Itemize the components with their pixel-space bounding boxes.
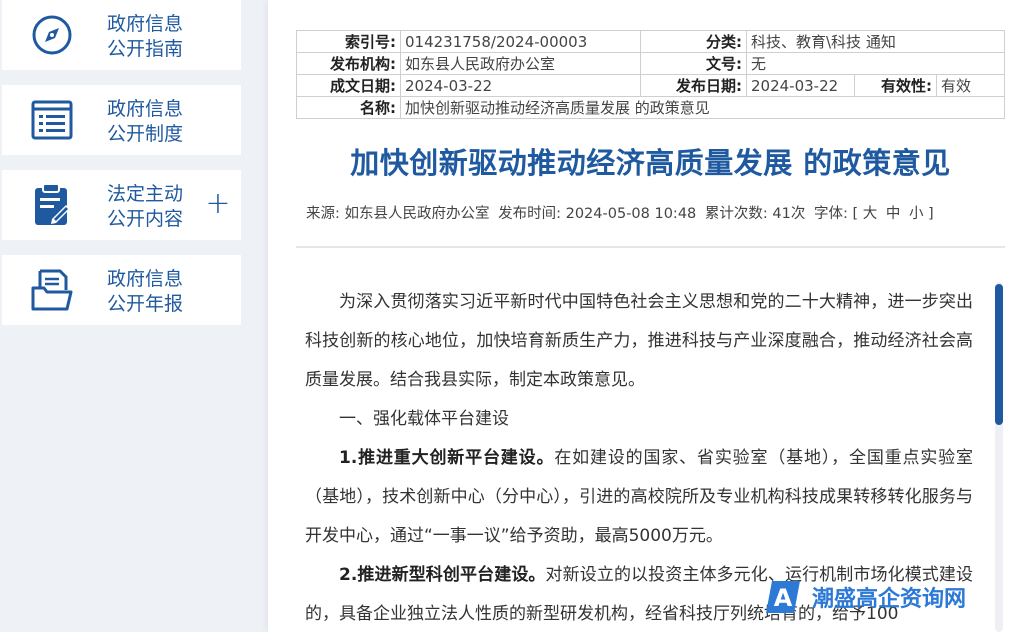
meta-value: 加快创新驱动推动经济高质量发展 的政策意见 bbox=[400, 96, 1005, 119]
view-count: 累计次数: 41次 bbox=[704, 206, 806, 222]
meta-value: 2024-03-22 bbox=[400, 74, 641, 97]
meta-label: 成文日期: bbox=[296, 74, 401, 97]
meta-value: 有效 bbox=[936, 74, 1005, 97]
folder-document-icon bbox=[31, 269, 73, 311]
main-content: 索引号: 014231758/2024-00003 分类: 科技、教育\科技 通… bbox=[268, 0, 1032, 632]
meta-label: 发布机构: bbox=[296, 52, 401, 75]
scrollbar-thumb[interactable] bbox=[995, 284, 1003, 425]
sidebar-item-statutory-content[interactable]: 法定主动 公开内容 + bbox=[2, 170, 241, 240]
sidebar-item-annual-report[interactable]: 政府信息 公开年报 bbox=[2, 255, 241, 325]
svg-text:A: A bbox=[774, 584, 793, 612]
list-icon bbox=[31, 100, 73, 140]
meta-label: 索引号: bbox=[296, 30, 401, 53]
document-info: 来源: 如东县人民政府办公室 发布时间: 2024-05-08 10:48 累计… bbox=[306, 202, 938, 223]
sidebar-item-disclosure-system[interactable]: 政府信息 公开制度 bbox=[2, 85, 241, 155]
sidebar-item-label: 政府信息 公开年报 bbox=[107, 268, 184, 315]
watermark: A 潮盛高企资询网 bbox=[764, 574, 994, 620]
font-size-large-link[interactable]: 大 bbox=[863, 206, 878, 222]
source-text: 来源: 如东县人民政府办公室 bbox=[306, 206, 490, 222]
sidebar-item-label: 法定主动 公开内容 bbox=[107, 183, 184, 230]
scrollbar[interactable] bbox=[995, 282, 1003, 632]
font-size-medium-link[interactable]: 中 bbox=[886, 206, 901, 222]
sidebar-item-label: 政府信息 公开指南 bbox=[107, 13, 184, 60]
divider bbox=[296, 246, 1005, 248]
document-title: 加快创新驱动推动经济高质量发展 的政策意见 bbox=[350, 146, 951, 180]
section-heading: 一、强化载体平台建设 bbox=[339, 409, 509, 429]
item-title: 1.推进重大创新平台建设。 bbox=[339, 448, 555, 468]
meta-value: 2024-03-22 bbox=[746, 74, 855, 97]
font-size-bracket: ] bbox=[928, 206, 934, 222]
meta-value: 如东县人民政府办公室 bbox=[400, 52, 641, 75]
paragraph: 为深入贯彻落实习近平新时代中国特色社会主义思想和党的二十大精神，进一步突出科技创… bbox=[305, 292, 973, 390]
meta-label: 有效性: bbox=[854, 74, 937, 97]
metadata-table: 索引号: 014231758/2024-00003 分类: 科技、教育\科技 通… bbox=[296, 30, 1005, 119]
meta-value: 014231758/2024-00003 bbox=[400, 30, 641, 53]
meta-label: 文号: bbox=[640, 52, 747, 75]
meta-value: 科技、教育\科技 通知 bbox=[746, 30, 1005, 53]
clipboard-edit-icon bbox=[35, 183, 70, 225]
meta-value: 无 bbox=[746, 52, 1005, 75]
sidebar-item-disclosure-guide[interactable]: 政府信息 公开指南 bbox=[2, 0, 241, 70]
meta-label: 发布日期: bbox=[640, 74, 747, 97]
publish-time: 发布时间: 2024-05-08 10:48 bbox=[498, 206, 697, 222]
paragraph: 1.推进重大创新平台建设。在如建设的国家、省实验室（基地），全国重点实验室（基地… bbox=[305, 439, 973, 556]
meta-label: 名称: bbox=[296, 96, 401, 119]
sidebar-item-label: 政府信息 公开制度 bbox=[107, 98, 184, 145]
watermark-logo-icon: A bbox=[766, 581, 800, 613]
sidebar: 政府信息 公开指南 政府信息 公开制度 法定主动 公开内容 + 政府信息 公开年… bbox=[0, 0, 241, 632]
font-size-small-link[interactable]: 小 bbox=[909, 206, 924, 222]
watermark-text: 潮盛高企资询网 bbox=[812, 586, 967, 612]
font-size-label: 字体: [ bbox=[813, 206, 859, 222]
compass-icon bbox=[32, 15, 72, 55]
expand-plus-icon[interactable]: + bbox=[205, 189, 231, 219]
meta-label: 分类: bbox=[640, 30, 747, 53]
item-title: 2.推进新型科创平台建设。 bbox=[339, 565, 546, 585]
